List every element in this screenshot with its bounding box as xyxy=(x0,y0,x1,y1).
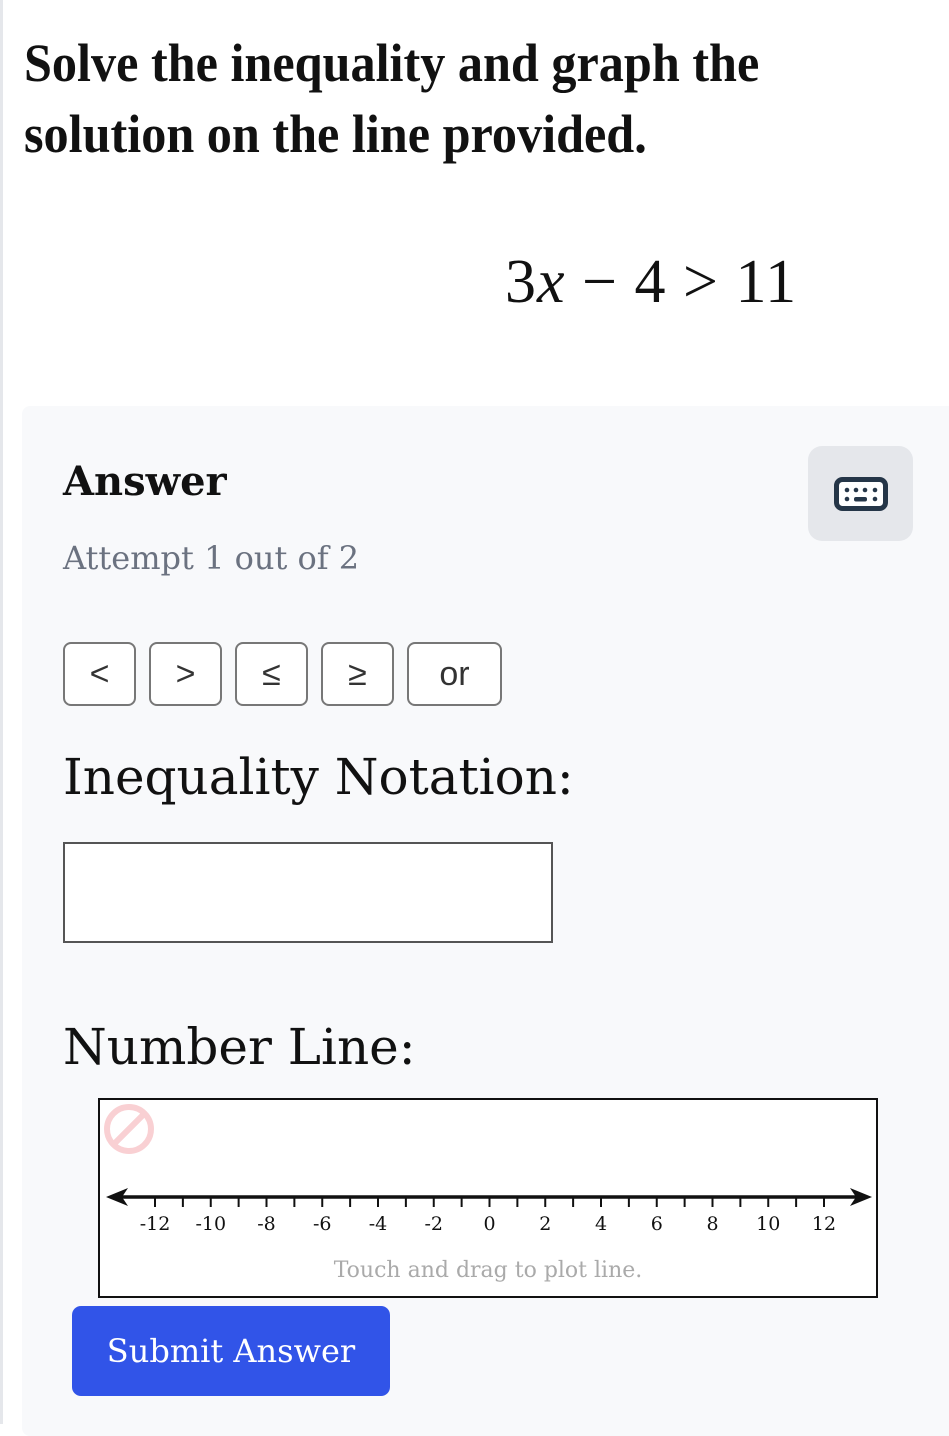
tick-label: 10 xyxy=(756,1213,780,1235)
tick-label: -10 xyxy=(195,1213,226,1235)
equation-variable: x xyxy=(537,248,566,316)
attempt-counter: Attempt 1 out of 2 xyxy=(63,539,360,577)
inequality-notation-input[interactable] xyxy=(63,842,553,943)
keyboard-toggle-button[interactable] xyxy=(808,446,913,541)
number-line-canvas[interactable]: -12 -10 -8 -6 -4 -2 0 2 4 6 8 10 12 Touch and drag t… xyxy=(98,1098,878,1298)
keyboard-icon xyxy=(833,476,888,511)
tick-label: 0 xyxy=(483,1213,495,1235)
equation-coefficient: 3 xyxy=(505,248,537,316)
no-entry-icon[interactable] xyxy=(100,1100,158,1158)
greater-than-or-equal-button[interactable]: ≥ xyxy=(321,642,394,706)
question-prompt: Solve the inequality and graph the solut… xyxy=(24,33,760,164)
tick-label: 12 xyxy=(812,1213,836,1235)
tick-label: 2 xyxy=(539,1213,551,1235)
left-border xyxy=(0,0,3,1424)
equation-rest: − 4 > 11 xyxy=(565,248,798,316)
tick-label: -6 xyxy=(313,1213,332,1235)
greater-than-button[interactable]: > xyxy=(149,642,222,706)
tick-label: -4 xyxy=(369,1213,388,1235)
inequality-equation: 3x − 4 > 11 xyxy=(505,247,797,318)
answer-title: Answer xyxy=(63,458,227,505)
less-than-or-equal-button[interactable]: ≤ xyxy=(235,642,308,706)
tick-label: -2 xyxy=(424,1213,443,1235)
tick-label: 6 xyxy=(651,1213,663,1235)
number-line-label: Number Line: xyxy=(63,1018,416,1076)
tick-label: -8 xyxy=(257,1213,276,1235)
tick-label: 8 xyxy=(706,1213,718,1235)
number-line-hint: Touch and drag to plot line. xyxy=(333,1258,643,1283)
tick-label: -12 xyxy=(140,1213,171,1235)
submit-answer-button[interactable]: Submit Answer xyxy=(72,1306,390,1396)
inequality-notation-label: Inequality Notation: xyxy=(63,748,574,806)
less-than-button[interactable]: < xyxy=(63,642,136,706)
tick-label: 4 xyxy=(595,1213,607,1235)
or-button[interactable]: or xyxy=(407,642,502,706)
